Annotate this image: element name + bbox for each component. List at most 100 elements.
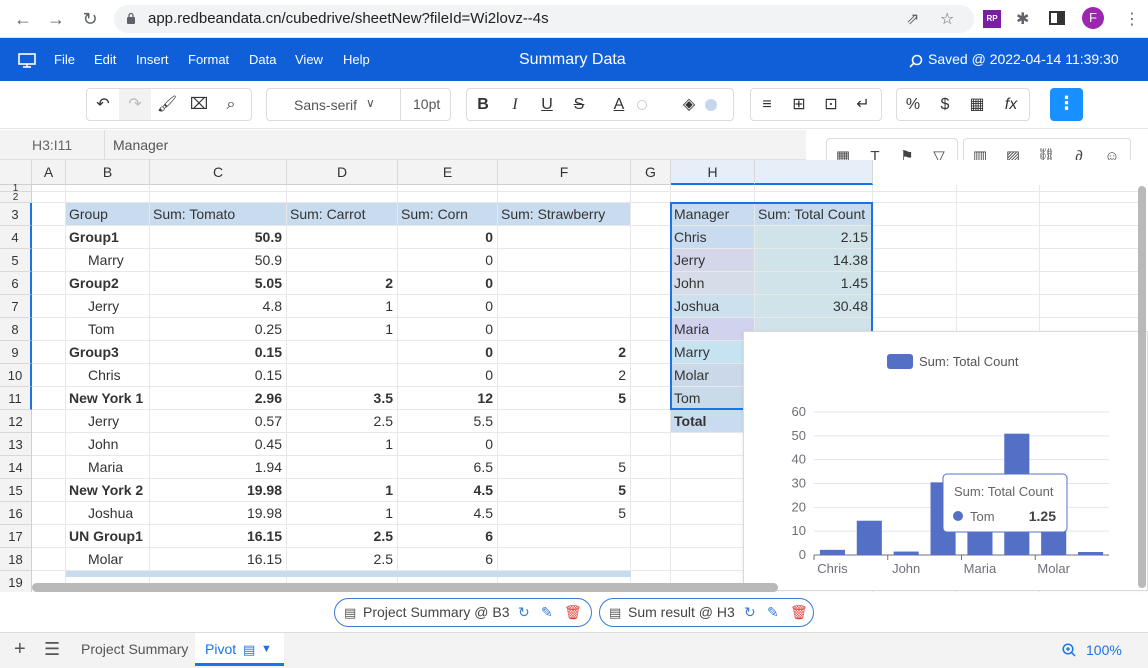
address-bar[interactable]: app.redbeandata.cn/cubedrive/sheetNew?fi… — [114, 5, 974, 33]
pivot1-strawberry-cell[interactable] — [498, 226, 631, 249]
cell-reference[interactable]: H3:I11 — [32, 137, 72, 153]
font-color-icon[interactable]: A — [603, 89, 635, 120]
row-header-7[interactable]: 7 — [0, 295, 32, 318]
pivot1-row-label[interactable]: Tom — [66, 318, 150, 341]
pivot1-strawberry-cell[interactable] — [498, 548, 631, 571]
pivot1-row-label[interactable]: New York 1 — [66, 387, 150, 410]
pivot1-tomato-cell[interactable]: 16.15 — [150, 548, 287, 571]
pivot2-count-cell[interactable]: 30.48 — [755, 295, 873, 318]
column-header-d[interactable]: D — [287, 160, 398, 185]
pivot1-strawberry-cell[interactable]: 2 — [498, 341, 631, 364]
menu-data[interactable]: Data — [249, 52, 276, 67]
caret-down-icon[interactable]: ▼ — [261, 633, 272, 666]
zoom-level[interactable]: 100% — [1086, 642, 1122, 658]
pivot1-carrot-cell[interactable]: 2.5 — [287, 525, 398, 548]
clear-format-icon[interactable]: ⌧ — [183, 89, 215, 120]
row-header-12[interactable]: 12 — [0, 410, 32, 433]
edit-icon[interactable]: ✎ — [767, 599, 779, 626]
pivot1-carrot-cell[interactable]: 1 — [287, 479, 398, 502]
pivot1-carrot-cell[interactable] — [287, 249, 398, 272]
pivot1-corn-cell[interactable]: 6 — [398, 548, 498, 571]
menu-insert[interactable]: Insert — [136, 52, 169, 67]
pivot-tag-project-summary[interactable]: ▤ Project Summary @ B3 ↻ ✎ 🗑 — [334, 598, 592, 627]
add-sheet-icon[interactable]: + — [14, 638, 26, 661]
row-header-3[interactable]: 3 — [0, 203, 32, 226]
refresh-icon[interactable]: ↻ — [744, 599, 756, 626]
pivot1-row-label[interactable]: Chris — [66, 364, 150, 387]
pivot1-corn-cell[interactable]: 4.5 — [398, 502, 498, 525]
share-icon[interactable]: ⇗ — [906, 9, 919, 29]
pivot1-strawberry-cell[interactable] — [498, 525, 631, 548]
horizontal-scrollbar[interactable] — [32, 583, 778, 592]
strikethrough-icon[interactable]: S — [563, 89, 595, 120]
pivot1-carrot-cell[interactable]: 1 — [287, 502, 398, 525]
bar-jerry[interactable] — [856, 520, 882, 555]
star-icon[interactable]: ☆ — [940, 9, 954, 29]
column-header-a[interactable]: A — [32, 160, 66, 185]
pivot1-carrot-cell[interactable]: 2.5 — [287, 548, 398, 571]
menu-edit[interactable]: Edit — [94, 52, 116, 67]
pivot2-manager-cell[interactable]: Joshua — [671, 295, 755, 318]
pivot1-corn-cell[interactable]: 0 — [398, 341, 498, 364]
zoom-icon[interactable] — [1062, 643, 1076, 657]
menu-view[interactable]: View — [295, 52, 323, 67]
column-header-b[interactable]: B — [66, 160, 150, 185]
pivot1-strawberry-cell[interactable] — [498, 295, 631, 318]
pivot1-row-label[interactable]: Marry — [66, 249, 150, 272]
pivot1-strawberry-cell[interactable] — [498, 433, 631, 456]
chart-panel[interactable]: Sum: Total Count 0 10 20 30 40 50 60 Chris John Ma… — [743, 331, 1148, 591]
pivot1-carrot-cell[interactable]: 1 — [287, 295, 398, 318]
calendar-icon[interactable]: ▦ — [961, 89, 993, 120]
row-header-2[interactable]: 2 — [0, 192, 32, 203]
pivot2-manager-cell[interactable]: Chris — [671, 226, 755, 249]
pivot1-corn-cell[interactable]: 6.5 — [398, 456, 498, 479]
puzzle-icon[interactable]: ✱ — [1016, 9, 1029, 29]
pivot-tag-sum-result[interactable]: ▤ Sum result @ H3 ↻ ✎ 🗑 — [599, 598, 814, 627]
underline-icon[interactable]: U — [531, 89, 563, 120]
redo-icon[interactable]: ↷ — [119, 89, 151, 120]
column-header-c[interactable]: C — [150, 160, 287, 185]
pivot1-tomato-cell[interactable]: 2.96 — [150, 387, 287, 410]
pivot2-header-manager[interactable]: Manager — [671, 203, 755, 226]
pivot1-row-label[interactable]: Jerry — [66, 410, 150, 433]
column-header-extra[interactable] — [755, 160, 873, 185]
pivot1-tomato-cell[interactable]: 50.9 — [150, 226, 287, 249]
pivot1-carrot-cell[interactable] — [287, 341, 398, 364]
forward-icon[interactable]: → — [45, 8, 67, 30]
pivot1-tomato-cell[interactable]: 0.15 — [150, 341, 287, 364]
pivot1-tomato-cell[interactable]: 0.45 — [150, 433, 287, 456]
pivot1-corn-cell[interactable]: 4.5 — [398, 479, 498, 502]
column-header-e[interactable]: E — [398, 160, 498, 185]
pivot1-row-label[interactable]: UN Group1 — [66, 525, 150, 548]
align-icon[interactable]: ≡ — [751, 89, 783, 120]
pivot1-tomato-cell[interactable]: 0.57 — [150, 410, 287, 433]
undo-icon[interactable]: ↶ — [87, 89, 119, 120]
row-header-5[interactable]: 5 — [0, 249, 32, 272]
pivot2-count-cell[interactable]: 2.15 — [755, 226, 873, 249]
row-header-13[interactable]: 13 — [0, 433, 32, 456]
row-header-1[interactable]: 1 — [0, 184, 32, 194]
sheet-tab-pivot[interactable]: Pivot ▤ ▼ — [195, 633, 284, 666]
merge-cells-icon[interactable]: ⊞ — [783, 89, 815, 120]
pivot1-strawberry-cell[interactable] — [498, 249, 631, 272]
row-header-11[interactable]: 11 — [0, 387, 32, 410]
pivot1-header-cell[interactable]: Sum: Strawberry — [498, 203, 631, 226]
pivot1-carrot-cell[interactable]: 3.5 — [287, 387, 398, 410]
pivot1-tomato-cell[interactable]: 0.15 — [150, 364, 287, 387]
pivot1-row-label[interactable]: Group1 — [66, 226, 150, 249]
pivot1-row-label[interactable]: Jerry — [66, 295, 150, 318]
pivot1-corn-cell[interactable]: 0 — [398, 364, 498, 387]
pivot1-header-cell[interactable]: Sum: Tomato — [150, 203, 287, 226]
pivot1-tomato-cell[interactable]: 5.05 — [150, 272, 287, 295]
edit-icon[interactable]: ✎ — [541, 599, 553, 626]
pivot1-strawberry-cell[interactable] — [498, 272, 631, 295]
formula-input[interactable]: Manager — [113, 137, 168, 153]
format-painter-icon[interactable]: 🖌 — [151, 89, 183, 120]
pivot1-header-cell[interactable]: Group — [66, 203, 150, 226]
pivot1-row-label[interactable]: Maria — [66, 456, 150, 479]
menu-help[interactable]: Help — [343, 52, 370, 67]
pivot1-tomato-cell[interactable]: 19.98 — [150, 502, 287, 525]
back-icon[interactable]: ← — [12, 8, 34, 30]
pivot2-count-cell[interactable]: 1.45 — [755, 272, 873, 295]
pivot1-tomato-cell[interactable]: 19.98 — [150, 479, 287, 502]
